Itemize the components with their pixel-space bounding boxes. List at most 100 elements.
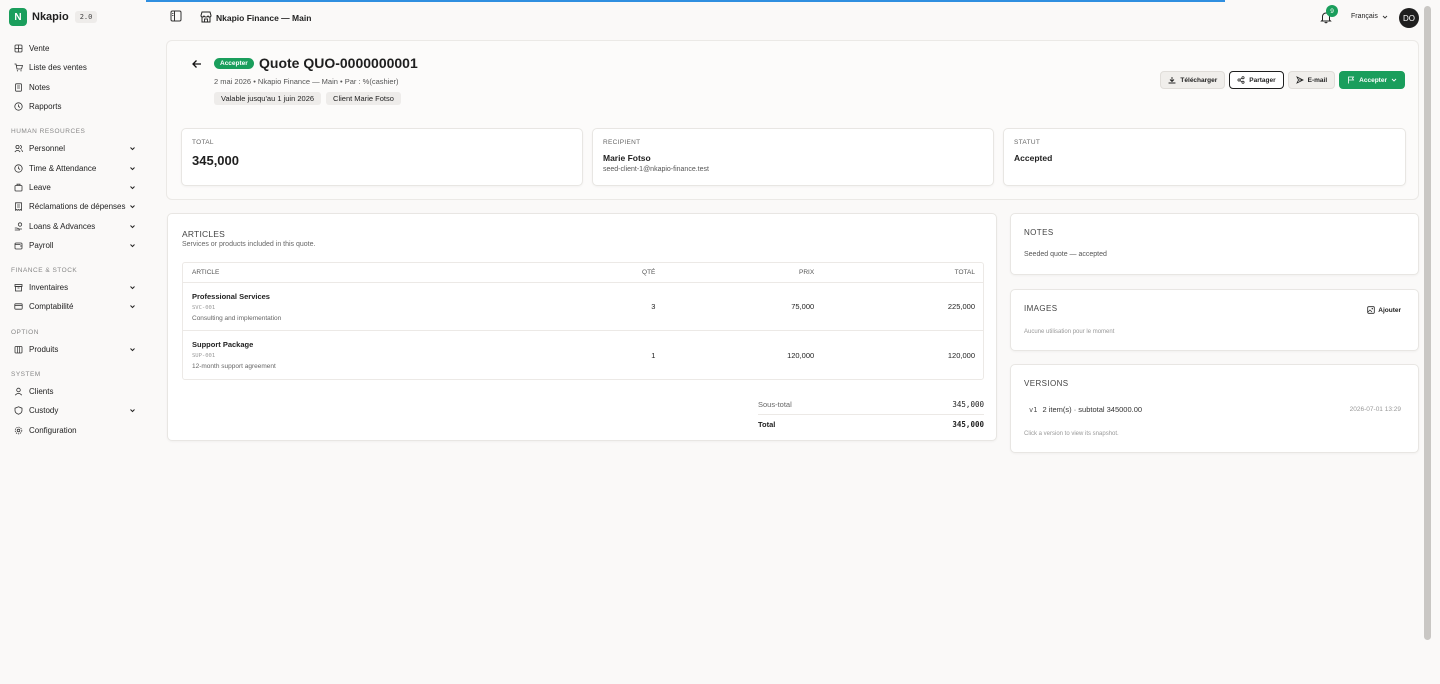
subtotal-label: Sous-total — [758, 400, 792, 409]
chevron-down-icon — [1382, 15, 1388, 19]
status-card: STATUT Accepted — [1003, 128, 1406, 186]
download-label: Télécharger — [1180, 76, 1218, 84]
sidebar-item-label: Comptabilité — [29, 302, 74, 312]
item-price: 75,000 — [791, 302, 815, 311]
share-icon — [1237, 76, 1245, 84]
chevron-down-icon — [130, 224, 135, 228]
sidebar-item-liste-des-ventes[interactable]: Liste des ventes — [0, 58, 146, 77]
chevron-down-icon — [130, 286, 135, 290]
image-add-icon — [1367, 306, 1375, 314]
flag-icon — [1348, 76, 1355, 84]
item-total: 120,000 — [947, 350, 975, 360]
articles-title: ARTICLES — [182, 229, 226, 239]
images-card: IMAGES Ajouter Aucune utilisation pour l… — [1010, 289, 1419, 351]
total-card: TOTAL 345,000 — [181, 128, 583, 186]
sidebar-item-label: Produits — [29, 344, 59, 354]
user-icon — [14, 387, 23, 396]
chevron-down-icon — [1391, 78, 1397, 82]
wallet-icon — [14, 242, 23, 250]
sidebar-item-vente[interactable]: Vente — [0, 39, 146, 58]
version-item[interactable]: v1 2 item(s) · subtotal 345000.00 2026-0… — [1029, 405, 1401, 414]
recipient-card: RECIPIENT Marie Fotso seed-client-1@nkap… — [592, 128, 994, 186]
sidebar-item-time-attendance[interactable]: Time & Attendance — [0, 158, 146, 177]
item-description: 12-month support agreement — [192, 363, 276, 370]
sidebar-item-label: Loans & Advances — [29, 221, 96, 231]
quote-header-panel: Accepter Quote QUO-0000000001 2 mai 2026… — [166, 40, 1419, 200]
sidebar-item-clients[interactable]: Clients — [0, 382, 146, 401]
language-selector[interactable]: Français — [1351, 13, 1388, 20]
email-label: E-mail — [1307, 76, 1328, 84]
brand-logo: N — [9, 8, 27, 26]
brand[interactable]: N Nkapio 2.0 — [9, 8, 98, 26]
item-price: 120,000 — [787, 350, 815, 360]
sidebar-item-leave[interactable]: Leave — [0, 178, 146, 197]
sidebar-item-label: Leave — [29, 182, 51, 192]
page-scrollbar[interactable] — [1424, 6, 1431, 640]
version-tag: v1 — [1029, 405, 1038, 414]
status-badge: Accepter — [214, 58, 254, 69]
chevron-down-icon — [130, 243, 135, 248]
sidebar-item-réclamations-de-dépenses[interactable]: Réclamations de dépenses — [0, 197, 146, 216]
chevron-down-icon — [130, 305, 135, 309]
item-description: Consulting and implementation — [192, 314, 282, 322]
totals-summary: Sous-total 345,000 Total 345,000 — [758, 395, 984, 433]
gear-icon — [14, 426, 23, 434]
item-name: Professional Services — [192, 291, 270, 301]
item-name: Support Package — [192, 340, 254, 349]
versions-hint: Click a version to view its snapshot. — [1024, 431, 1119, 437]
grand-total-value: 345,000 — [952, 419, 984, 429]
table-header: ARTICLE QTÉ PRIX TOTAL — [183, 263, 983, 283]
avatar[interactable]: DO — [1399, 8, 1419, 28]
chevron-down-icon — [130, 186, 135, 190]
download-button[interactable]: Télécharger — [1160, 71, 1226, 89]
sidebar-section-title: HUMAN RESOURCES — [11, 128, 86, 136]
card-icon — [14, 303, 23, 311]
sidebar-item-label: Vente — [29, 44, 50, 54]
notes-card: NOTES Seeded quote — accepted — [1010, 213, 1419, 275]
sidebar-item-comptabilité[interactable]: Comptabilité — [0, 297, 146, 316]
sidebar-section-title: FINANCE & STOCK — [11, 266, 78, 274]
users-icon — [14, 145, 23, 153]
hand-coins-icon — [14, 221, 23, 230]
accept-dropdown-button[interactable]: Accepter — [1339, 71, 1405, 89]
add-image-button[interactable]: Ajouter — [1367, 306, 1401, 314]
item-total: 225,000 — [947, 302, 975, 311]
subtotal-value: 345,000 — [952, 400, 984, 409]
sidebar-item-configuration[interactable]: Configuration — [0, 420, 146, 439]
notes-title: NOTES — [1024, 228, 1054, 237]
articles-description: Services or products included in this qu… — [182, 241, 316, 248]
article-cell: Professional Services SVC-001 Consulting… — [183, 292, 563, 322]
sidebar-item-payroll[interactable]: Payroll — [0, 236, 146, 255]
sidebar-toggle-icon[interactable] — [170, 10, 182, 22]
back-arrow-icon[interactable] — [191, 58, 203, 70]
versions-title: VERSIONS — [1024, 379, 1069, 388]
total-value: 345,000 — [192, 153, 239, 168]
download-icon — [1168, 77, 1176, 84]
sidebar-item-label: Liste des ventes — [29, 63, 87, 73]
sidebar-item-label: Time & Attendance — [29, 163, 97, 173]
clock-icon — [14, 102, 23, 111]
sidebar-item-rapports[interactable]: Rapports — [0, 97, 146, 116]
email-button[interactable]: E-mail — [1287, 71, 1336, 89]
sidebar-item-personnel[interactable]: Personnel — [0, 139, 146, 158]
sidebar-item-inventaires[interactable]: Inventaires — [0, 278, 146, 297]
sidebar-nav: Vente Liste des ventes Notes Rapports HUMAN … — [0, 39, 146, 440]
chevron-down-icon — [130, 147, 135, 151]
accept-label: Accepter — [1359, 76, 1387, 84]
store-icon — [199, 10, 213, 24]
sidebar-section-title: SYSTEM — [11, 370, 41, 378]
version-badge: 2.0 — [74, 11, 98, 23]
share-button[interactable]: Partager — [1229, 71, 1284, 89]
sidebar-item-produits[interactable]: Produits — [0, 340, 146, 359]
sidebar-item-label: Personnel — [29, 144, 66, 154]
articles-table: ARTICLE QTÉ PRIX TOTAL Professional Serv… — [182, 262, 984, 380]
sidebar-item-notes[interactable]: Notes — [0, 78, 146, 97]
notification-count-badge: 9 — [1326, 5, 1338, 17]
store-name[interactable]: Nkapio Finance — Main — [216, 13, 311, 23]
sidebar-item-label: Configuration — [29, 425, 77, 435]
sidebar-item-label: Custody — [29, 406, 59, 416]
page-title: Quote QUO-0000000001 — [259, 55, 418, 71]
sidebar-item-custody[interactable]: Custody — [0, 401, 146, 420]
sidebar-item-loans-advances[interactable]: Loans & Advances — [0, 216, 146, 235]
item-qty: 1 — [651, 350, 656, 360]
